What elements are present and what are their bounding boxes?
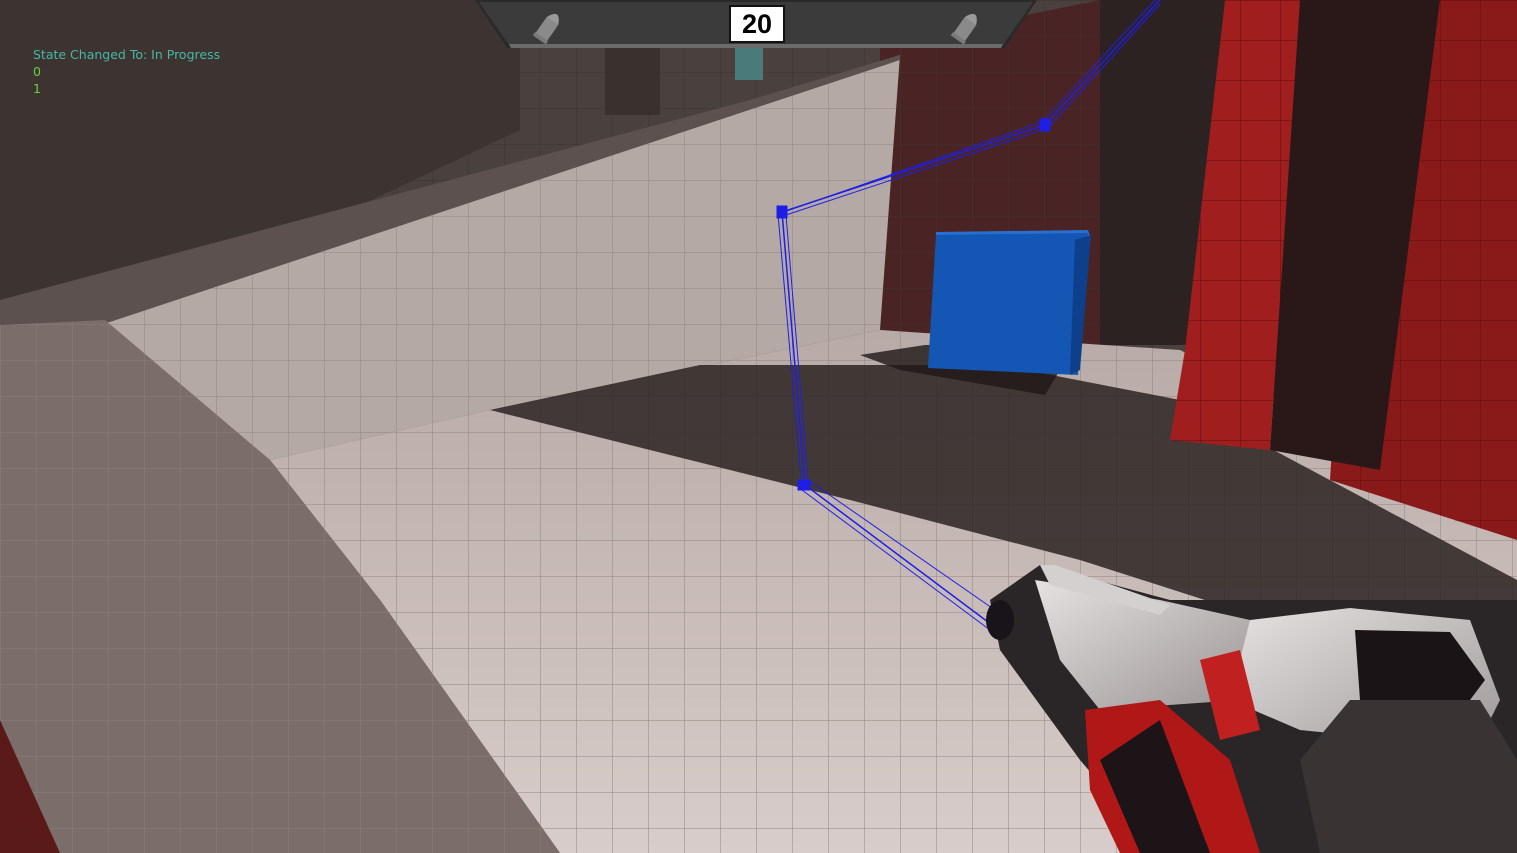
debug-line: 1	[33, 81, 41, 96]
ammo-count: 20	[729, 5, 785, 43]
ammo-hud: 20	[475, 0, 1037, 50]
game-viewport[interactable]	[0, 0, 1517, 853]
debug-state-message: State Changed To: In Progress	[33, 47, 221, 62]
debug-log: State Changed To: In Progress 0 1	[33, 46, 220, 97]
bullet-icon	[950, 13, 977, 45]
debug-line: 0	[33, 64, 41, 79]
bullet-icon	[532, 13, 559, 45]
target-cube	[928, 233, 1088, 375]
pillar	[605, 40, 660, 115]
